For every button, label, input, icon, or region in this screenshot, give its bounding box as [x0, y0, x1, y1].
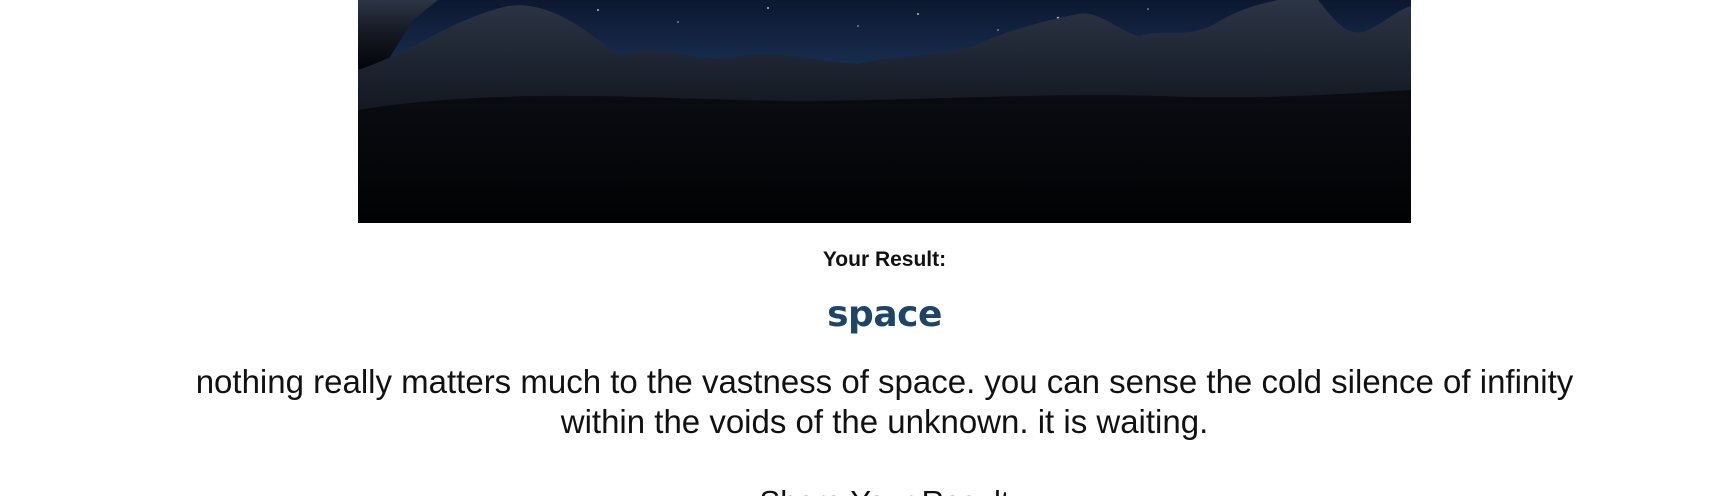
night-mountain-landscape: [358, 0, 1411, 223]
result-label: Your Result:: [822, 248, 947, 271]
share-result-button[interactable]: Share Your Result: [0, 484, 1720, 496]
result-image: [358, 0, 1411, 223]
result-description: nothing really matters much to the vastn…: [195, 363, 1574, 440]
quiz-result-page: Your Result: space nothing really matter…: [0, 0, 1720, 496]
result-title: space: [827, 294, 942, 335]
